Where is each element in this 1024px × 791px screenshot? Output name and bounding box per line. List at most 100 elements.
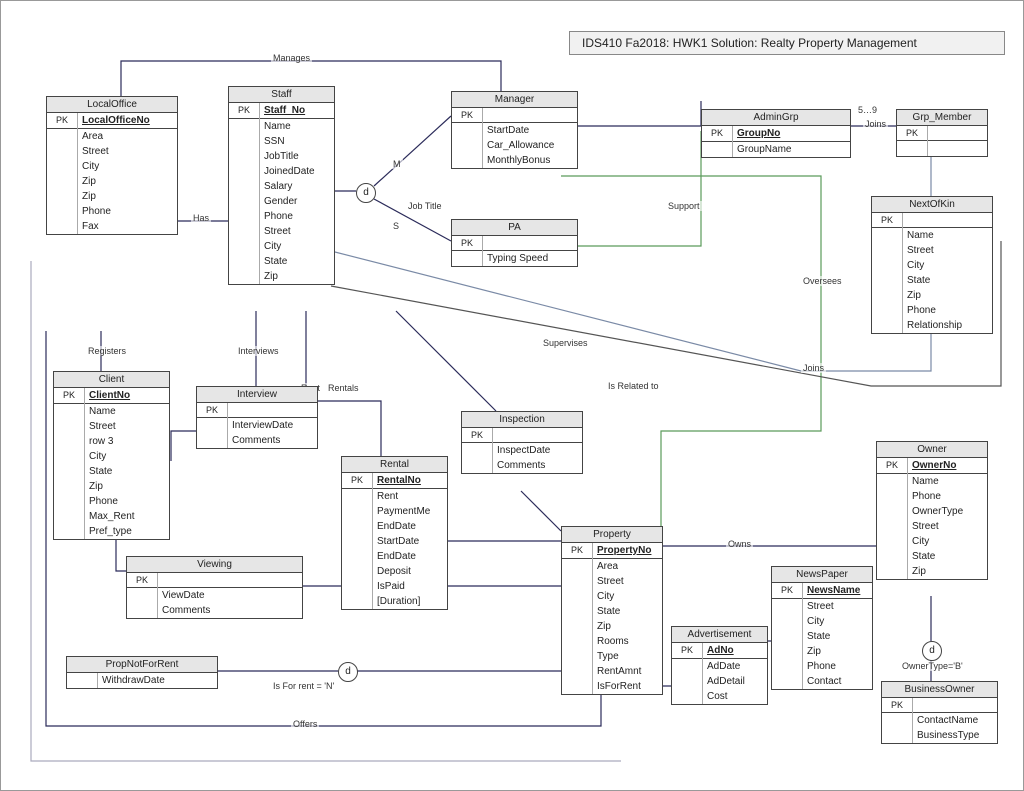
rel-registers: Registers (86, 346, 128, 356)
attr: Phone (78, 204, 178, 219)
pk (483, 236, 578, 251)
card-5-9: 5…9 (856, 105, 879, 115)
entity-header: Property (562, 527, 662, 543)
entity-pa: PA PK Typing Speed (451, 219, 578, 267)
attr: Pref_type (85, 524, 170, 539)
attr: City (78, 159, 178, 174)
erd-canvas: IDS410 Fa2018: HWK1 Solution: Realty Pro… (0, 0, 1024, 791)
attr: IsPaid (373, 579, 448, 594)
attr: StartDate (373, 534, 448, 549)
attr: ContactName (913, 713, 998, 729)
entity-header: PA (452, 220, 577, 236)
pk: RentalNo (373, 473, 448, 489)
attr: Salary (260, 179, 335, 194)
attr: Phone (85, 494, 170, 509)
attr: State (260, 254, 335, 269)
rel-interviews: Interviews (236, 346, 281, 356)
attr: Zip (803, 644, 873, 659)
attr: InspectDate (493, 443, 583, 459)
attr: Cost (703, 689, 768, 704)
attr: EndDate (373, 519, 448, 534)
attr: BusinessType (913, 728, 998, 743)
attr: Street (803, 599, 873, 615)
pk: AdNo (703, 643, 768, 659)
entity-header: AdminGrp (702, 110, 850, 126)
entity-header: Client (54, 372, 169, 388)
rel-support: Support (666, 201, 702, 211)
attr: State (593, 604, 663, 619)
attr: Zip (908, 564, 988, 579)
pk: LocalOfficeNo (78, 113, 178, 129)
rel-s: S (391, 221, 401, 231)
attr: Zip (78, 189, 178, 204)
entity-newspaper: NewsPaper PKNewsName Street City State Z… (771, 566, 873, 690)
attr: Deposit (373, 564, 448, 579)
diagram-title: IDS410 Fa2018: HWK1 Solution: Realty Pro… (569, 31, 1005, 55)
entity-localoffice: LocalOffice PKLocalOfficeNo Area Street … (46, 96, 178, 235)
attr: Street (908, 519, 988, 534)
rel-joins2: Joins (863, 119, 888, 129)
rel-isforrent-n: Is For rent = 'N' (271, 681, 336, 691)
attr: SSN (260, 134, 335, 149)
attr: Comments (228, 433, 318, 448)
attr: IsForRent (593, 679, 663, 694)
attr: Typing Speed (483, 251, 578, 267)
attr: Phone (260, 209, 335, 224)
entity-propnotforrent: PropNotForRent WithdrawDate (66, 656, 218, 689)
entity-header: Interview (197, 387, 317, 403)
attr: GroupName (733, 142, 851, 158)
attr: Street (78, 144, 178, 159)
attr: Street (593, 574, 663, 589)
rel-manages: Manages (271, 53, 312, 63)
entity-viewing: Viewing PK ViewDate Comments (126, 556, 303, 619)
pk (493, 428, 583, 443)
entity-interview: Interview PK InterviewDate Comments (196, 386, 318, 449)
entity-header: Manager (452, 92, 577, 108)
attr: Street (260, 224, 335, 239)
pk (483, 108, 578, 123)
entity-client: Client PKClientNo Name Street row 3 City… (53, 371, 170, 540)
attr: Phone (903, 303, 993, 318)
pk (928, 126, 988, 141)
attr: City (85, 449, 170, 464)
attr: Phone (908, 489, 988, 504)
disjoint-staff: d (356, 183, 376, 203)
attr: Gender (260, 194, 335, 209)
attr: Name (908, 474, 988, 490)
entity-header: Owner (877, 442, 987, 458)
disjoint-property: d (338, 662, 358, 682)
attr: Zip (260, 269, 335, 284)
attr: Rooms (593, 634, 663, 649)
pk: ClientNo (85, 388, 170, 404)
pk (913, 698, 998, 713)
attr: Max_Rent (85, 509, 170, 524)
entity-grpmember: Grp_Member PK (896, 109, 988, 157)
attr: EndDate (373, 549, 448, 564)
attr: MonthlyBonus (483, 153, 578, 168)
rel-offers: Offers (291, 719, 319, 729)
entity-header: NextOfKin (872, 197, 992, 213)
entity-header: Viewing (127, 557, 302, 573)
attr: Comments (493, 458, 583, 473)
attr: Zip (78, 174, 178, 189)
attr: PaymentMe (373, 504, 448, 519)
entity-header: Advertisement (672, 627, 767, 643)
attr: City (593, 589, 663, 604)
attr: City (803, 614, 873, 629)
pk (228, 403, 318, 418)
entity-manager: Manager PK StartDate Car_Allowance Month… (451, 91, 578, 169)
rel-jobtitle: Job Title (406, 201, 444, 211)
attr: WithdrawDate (98, 673, 218, 688)
attr: Car_Allowance (483, 138, 578, 153)
attr: RentAmnt (593, 664, 663, 679)
entity-admingrp: AdminGrp PKGroupNo GroupName (701, 109, 851, 158)
pk: Staff_No (260, 103, 335, 119)
title-text: IDS410 Fa2018: HWK1 Solution: Realty Pro… (582, 36, 917, 50)
entity-nextofkin: NextOfKin PK Name Street City State Zip … (871, 196, 993, 334)
pk: OwnerNo (908, 458, 988, 474)
entity-header: PropNotForRent (67, 657, 217, 673)
entity-inspection: Inspection PK InspectDate Comments (461, 411, 583, 474)
attr: Comments (158, 603, 303, 618)
entity-advertisement: Advertisement PKAdNo AdDate AdDetail Cos… (671, 626, 768, 705)
attr: AdDate (703, 659, 768, 675)
